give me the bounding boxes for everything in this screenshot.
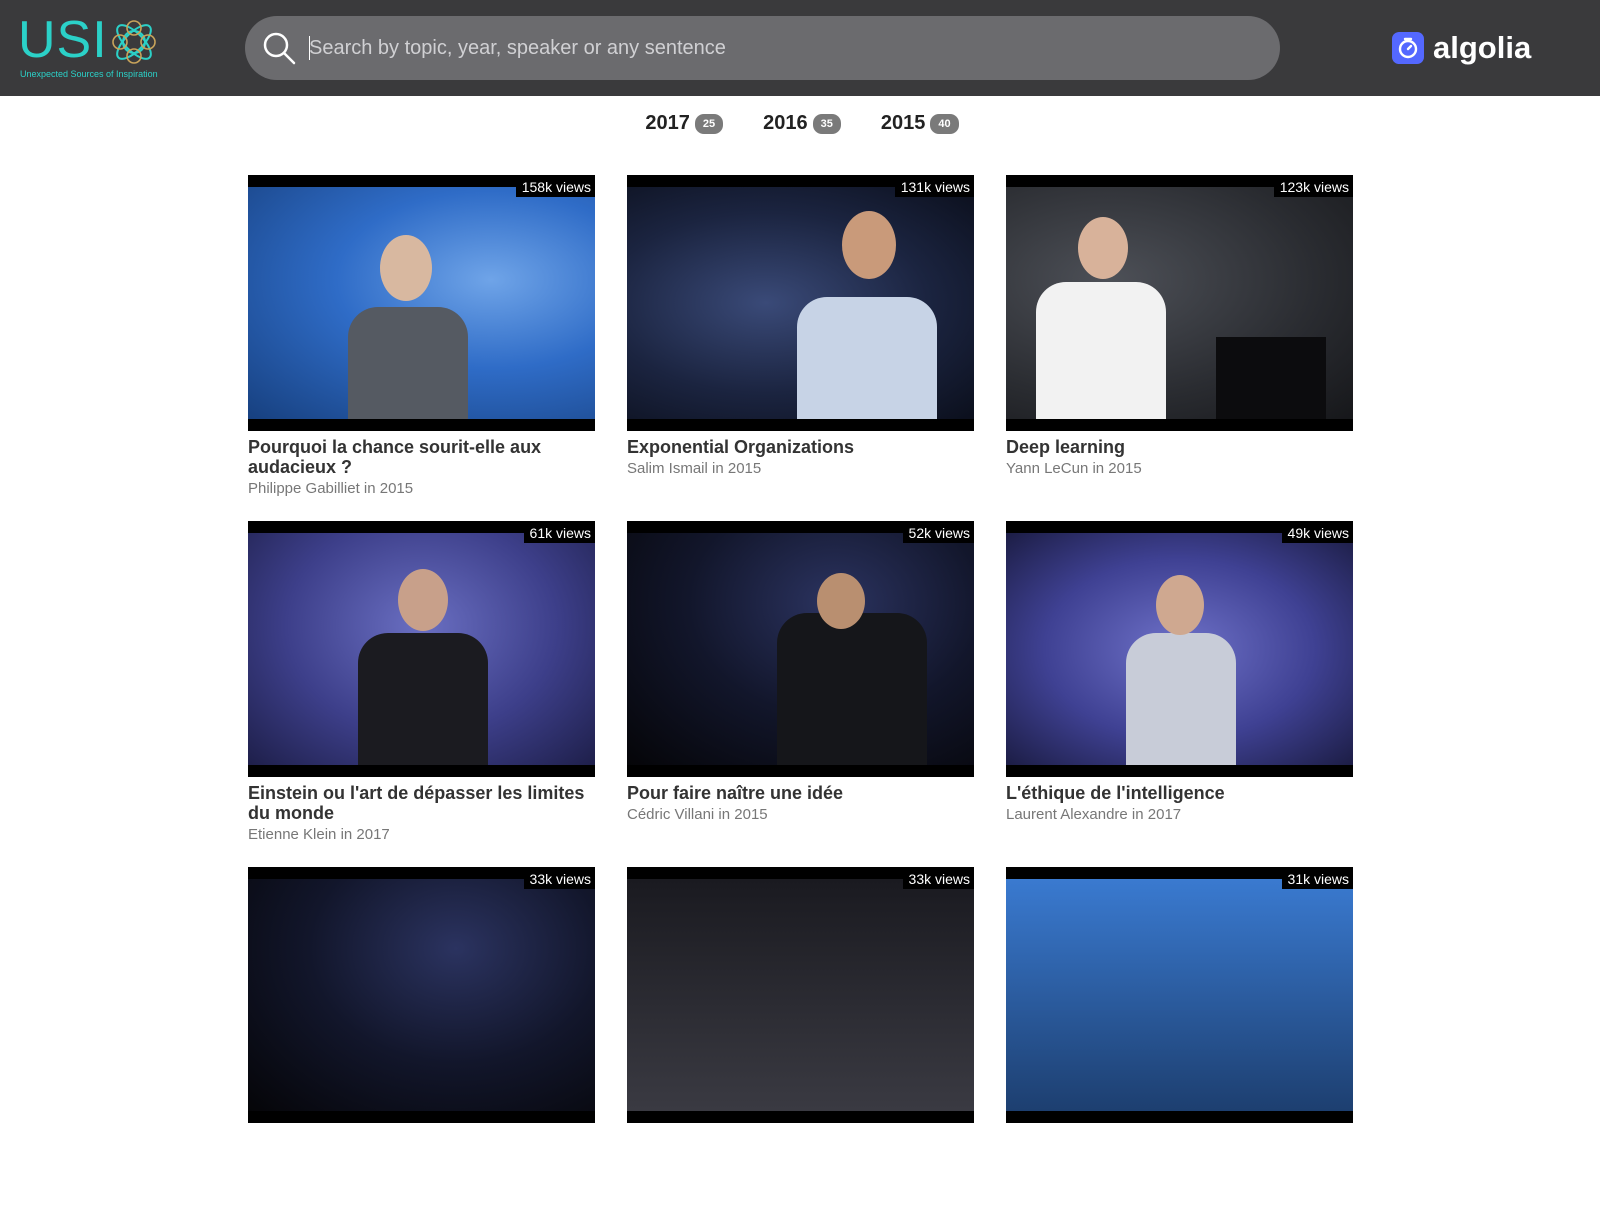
speaker-photo (1006, 187, 1353, 419)
speaker-photo (627, 879, 974, 1111)
talk-thumbnail[interactable]: 33k views (248, 867, 595, 1123)
talk-thumbnail[interactable]: 131k views (627, 175, 974, 431)
view-count: 61k views (523, 521, 595, 543)
talk-speaker-year: Philippe Gabilliet in 2015 (248, 480, 414, 497)
view-count: 33k views (902, 867, 974, 889)
talk-card[interactable]: 61k views Einstein ou l'art de dépasser … (248, 521, 595, 867)
talk-speaker-year: Cédric Villani in 2015 (627, 806, 768, 823)
view-count: 52k views (902, 521, 974, 543)
stopwatch-icon (1392, 32, 1424, 64)
talk-thumbnail[interactable]: 123k views (1006, 175, 1353, 431)
year-label: 2017 (645, 112, 690, 134)
talk-card[interactable]: 33k views (627, 867, 974, 1213)
speaker-photo (627, 533, 974, 765)
view-count: 158k views (515, 175, 595, 197)
search-bar[interactable] (245, 16, 1280, 80)
talk-card[interactable]: 49k views L'éthique de l'intelligence La… (1006, 521, 1353, 867)
year-filter-2017[interactable]: 2017 25 (645, 112, 724, 135)
talk-speaker-year: Salim Ismail in 2015 (627, 460, 762, 477)
algolia-logo[interactable]: algolia (1392, 30, 1531, 66)
year-label: 2016 (763, 112, 808, 134)
talk-thumbnail[interactable]: 33k views (627, 867, 974, 1123)
talk-speaker-year: Yann LeCun in 2015 (1006, 460, 1142, 477)
logo-mark-icon (112, 20, 156, 64)
talk-speaker-year: Etienne Klein in 2017 (248, 826, 390, 843)
view-count: 123k views (1273, 175, 1353, 197)
speaker-photo (627, 187, 974, 419)
usi-logo[interactable]: USI Unexpected Sources of Inspiration (18, 14, 164, 80)
talk-card[interactable]: 31k views (1006, 867, 1353, 1213)
view-count: 33k views (523, 867, 595, 889)
year-filter-2016[interactable]: 2016 35 (763, 112, 841, 135)
year-filters: 2017 25 2016 35 2015 40 (0, 112, 1600, 135)
talk-thumbnail[interactable]: 158k views (248, 175, 595, 431)
talk-title[interactable]: Pour faire naître une idée (627, 783, 974, 803)
talk-title[interactable]: Exponential Organizations (627, 437, 974, 457)
speaker-photo (1006, 879, 1353, 1111)
year-count-badge: 25 (694, 113, 724, 134)
search-icon[interactable] (261, 30, 297, 66)
year-label: 2015 (880, 112, 926, 134)
search-input[interactable] (309, 28, 1249, 68)
talk-title[interactable]: Deep learning (1006, 437, 1353, 457)
talk-title[interactable]: Einstein ou l'art de dépasser les limite… (248, 783, 595, 823)
year-count-badge: 35 (812, 113, 841, 134)
year-count-badge: 40 (930, 113, 959, 134)
top-bar: USI Unexpected Sources of Inspiration Se… (0, 0, 1600, 96)
talk-thumbnail[interactable]: 52k views (627, 521, 974, 777)
talk-thumbnail[interactable]: 61k views (248, 521, 595, 777)
talk-title[interactable]: Pourquoi la chance sourit-elle aux audac… (248, 437, 595, 477)
talk-title[interactable]: L'éthique de l'intelligence (1006, 783, 1353, 803)
speaker-photo (248, 187, 595, 419)
text-caret (309, 36, 310, 60)
talk-card[interactable]: 52k views Pour faire naître une idée Céd… (627, 521, 974, 867)
talk-thumbnail[interactable]: 31k views (1006, 867, 1353, 1123)
talk-card[interactable]: 158k views Pourquoi la chance sourit-ell… (248, 175, 595, 521)
speaker-photo (1006, 533, 1353, 765)
logo-text: USI (18, 11, 108, 69)
view-count: 31k views (1281, 867, 1353, 889)
talk-speaker-year: Laurent Alexandre in 2017 (1006, 806, 1182, 823)
talk-thumbnail[interactable]: 49k views (1006, 521, 1353, 777)
talk-card[interactable]: 33k views (248, 867, 595, 1213)
algolia-wordmark: algolia (1433, 30, 1532, 65)
view-count: 49k views (1281, 521, 1353, 543)
view-count: 131k views (894, 175, 974, 197)
talk-grid: 158k views Pourquoi la chance sourit-ell… (248, 175, 1354, 1213)
speaker-photo (248, 879, 595, 1111)
year-filter-2015[interactable]: 2015 40 (881, 112, 959, 135)
logo-tagline: Unexpected Sources of Inspiration (20, 69, 158, 79)
talk-card[interactable]: 123k views Deep learning Yann LeCun in 2… (1006, 175, 1353, 521)
speaker-photo (248, 533, 595, 765)
talk-card[interactable]: 131k views Exponential Organizations Sal… (627, 175, 974, 521)
